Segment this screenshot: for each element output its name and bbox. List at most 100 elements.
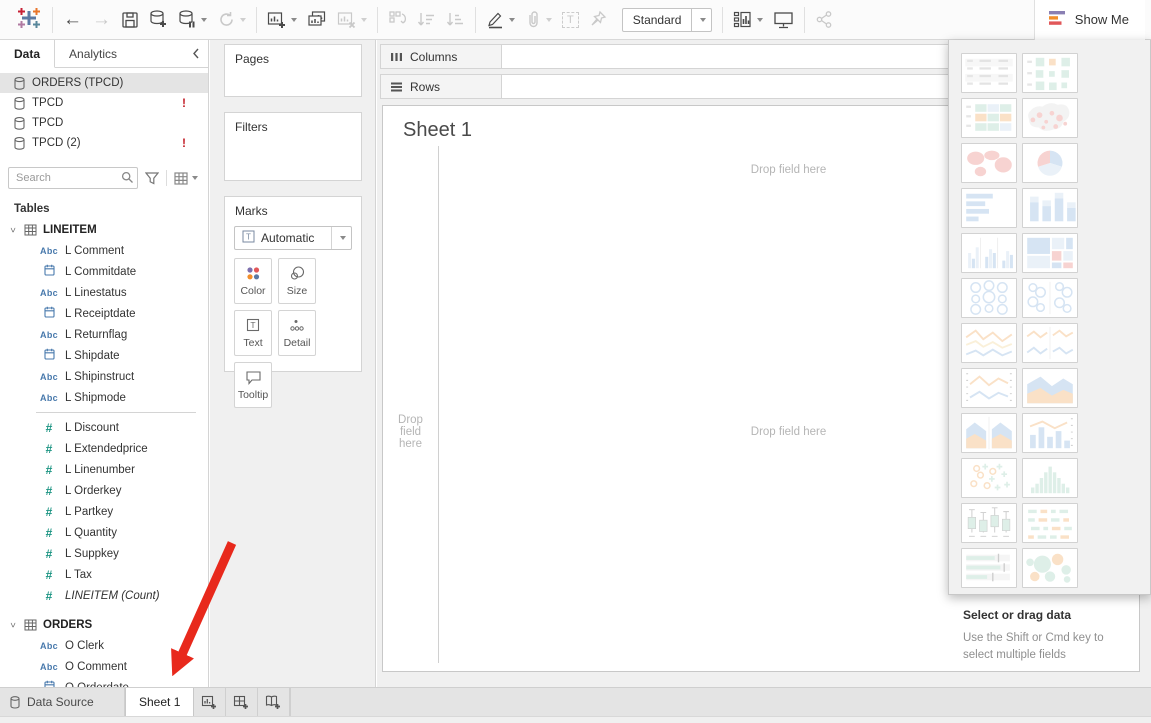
duplicate-icon[interactable]: [307, 10, 327, 29]
new-story-tab-icon[interactable]: [258, 688, 290, 716]
table-header[interactable]: >ORDERS: [0, 614, 208, 635]
size-icon: [289, 266, 305, 281]
showme-histogram[interactable]: [1022, 458, 1078, 498]
undo-icon[interactable]: ←: [63, 10, 82, 29]
group-members-icon[interactable]: [525, 10, 552, 29]
view-options-icon[interactable]: [172, 170, 200, 187]
showme-text-table[interactable]: [961, 53, 1017, 93]
showme-gantt[interactable]: [1022, 503, 1078, 543]
new-worksheet-tab-icon[interactable]: [194, 688, 226, 716]
data-source-tab[interactable]: Data Source: [0, 688, 124, 716]
showme-horizontal-bars[interactable]: [961, 188, 1017, 228]
clear-sheet-icon[interactable]: [337, 10, 367, 29]
field-item[interactable]: #LINEITEM (Count): [0, 585, 208, 606]
text-button[interactable]: T Text: [234, 310, 272, 356]
new-worksheet-icon[interactable]: [267, 10, 297, 29]
showme-heatmap[interactable]: [1022, 53, 1078, 93]
mark-type-dropdown[interactable]: T Automatic: [234, 226, 352, 250]
field-item[interactable]: #L Discount: [0, 417, 208, 438]
tab-analytics[interactable]: Analytics: [55, 40, 131, 67]
new-dashboard-tab-icon[interactable]: [226, 688, 258, 716]
pause-auto-updates-icon[interactable]: [178, 10, 207, 29]
chevron-expanded-icon[interactable]: >: [8, 620, 18, 630]
filters-shelf[interactable]: Filters: [224, 112, 362, 181]
field-item[interactable]: AbcL Linestatus: [0, 282, 208, 303]
fix-axes-icon[interactable]: [589, 10, 608, 29]
fit-selector-caret[interactable]: [691, 9, 711, 31]
run-auto-updates-icon[interactable]: [217, 10, 246, 29]
field-item[interactable]: AbcL Shipinstruct: [0, 366, 208, 387]
showme-discrete-area[interactable]: [961, 413, 1017, 453]
tooltip-button[interactable]: Tooltip: [234, 362, 272, 408]
chevron-expanded-icon[interactable]: >: [8, 225, 18, 235]
datasource-item[interactable]: TPCD!: [0, 93, 208, 113]
swap-rows-columns-icon[interactable]: [388, 10, 407, 29]
field-item[interactable]: AbcL Shipmode: [0, 387, 208, 408]
field-item[interactable]: #L Suppkey: [0, 543, 208, 564]
field-item[interactable]: AbcL Returnflag: [0, 324, 208, 345]
mark-type-caret[interactable]: [331, 227, 351, 249]
showme-pie-chart[interactable]: [1022, 143, 1078, 183]
field-item[interactable]: #L Tax: [0, 564, 208, 585]
date-field-icon: [38, 348, 60, 363]
field-item[interactable]: AbcO Comment: [0, 656, 208, 677]
field-item[interactable]: L Receiptdate: [0, 303, 208, 324]
filter-fields-icon[interactable]: [143, 170, 161, 187]
fit-selector[interactable]: Standard: [622, 8, 713, 32]
show-me-button[interactable]: Show Me: [1034, 0, 1145, 40]
datasource-item[interactable]: TPCD: [0, 113, 208, 133]
new-data-source-icon[interactable]: [149, 10, 168, 29]
collapse-pane-icon[interactable]: [184, 40, 208, 67]
showme-dual-lines[interactable]: [961, 368, 1017, 408]
save-icon[interactable]: [121, 11, 139, 29]
field-item[interactable]: AbcL Comment: [0, 240, 208, 261]
field-item[interactable]: AbcO Clerk: [0, 635, 208, 656]
show-mark-labels-icon[interactable]: T: [562, 12, 579, 28]
showme-scatter-plot[interactable]: [961, 458, 1017, 498]
showme-circle-views[interactable]: [961, 278, 1017, 318]
size-button[interactable]: Size: [278, 258, 316, 304]
showme-box-and-whisker[interactable]: [961, 503, 1017, 543]
sheet-1-tab[interactable]: Sheet 1: [125, 688, 194, 716]
field-item[interactable]: #L Quantity: [0, 522, 208, 543]
table-header[interactable]: >LINEITEM: [0, 219, 208, 240]
color-button[interactable]: Color: [234, 258, 272, 304]
field-item[interactable]: L Commitdate: [0, 261, 208, 282]
marks-card: Marks T Automatic Color Size T Text: [224, 196, 362, 372]
field-item[interactable]: #L Orderkey: [0, 480, 208, 501]
show-hide-cards-icon[interactable]: [733, 10, 763, 29]
field-item[interactable]: #L Extendedprice: [0, 438, 208, 459]
showme-filled-map[interactable]: [961, 143, 1017, 183]
field-item[interactable]: #L Linenumber: [0, 459, 208, 480]
field-item[interactable]: #L Partkey: [0, 501, 208, 522]
detail-button[interactable]: Detail: [278, 310, 316, 356]
showme-discrete-lines[interactable]: [1022, 323, 1078, 363]
showme-highlight-table[interactable]: [961, 98, 1017, 138]
datasource-item[interactable]: ORDERS (TPCD): [0, 73, 208, 93]
tab-data[interactable]: Data: [0, 40, 55, 68]
showme-stacked-bars[interactable]: [1022, 188, 1078, 228]
number-field-icon: #: [38, 568, 60, 582]
showme-bullet-graph[interactable]: [961, 548, 1017, 588]
showme-side-by-side-bars[interactable]: [961, 233, 1017, 273]
sort-ascending-icon[interactable]: [417, 10, 436, 29]
drop-zone-rows[interactable]: Drop field here: [383, 194, 438, 670]
pages-shelf[interactable]: Pages: [224, 44, 362, 97]
redo-icon[interactable]: →: [92, 10, 111, 29]
showme-continuous-area[interactable]: [1022, 368, 1078, 408]
search-input[interactable]: [8, 167, 138, 189]
field-item[interactable]: O Orderdate: [0, 677, 208, 687]
showme-dual-combination[interactable]: [1022, 413, 1078, 453]
sort-descending-icon[interactable]: [446, 10, 465, 29]
showme-side-by-side-circles[interactable]: [1022, 278, 1078, 318]
showme-continuous-lines[interactable]: [961, 323, 1017, 363]
datasource-item[interactable]: TPCD (2)!: [0, 133, 208, 153]
field-item[interactable]: L Shipdate: [0, 345, 208, 366]
highlight-icon[interactable]: [486, 10, 515, 29]
presentation-mode-icon[interactable]: [773, 10, 794, 29]
share-icon[interactable]: [815, 10, 834, 29]
showme-symbol-map[interactable]: [1022, 98, 1078, 138]
showme-treemap[interactable]: [1022, 233, 1078, 273]
showme-packed-bubbles[interactable]: [1022, 548, 1078, 588]
number-field-icon: #: [38, 505, 60, 519]
